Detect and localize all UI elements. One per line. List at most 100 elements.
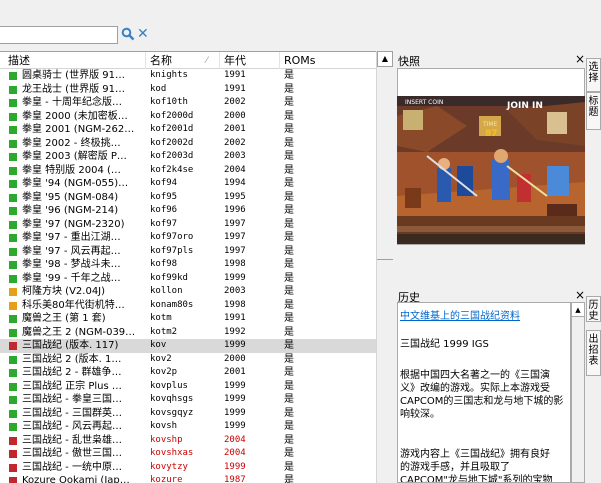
cell-description: 三国战纪 - 傲世三国… — [22, 448, 122, 459]
scroll-up-arrow-icon[interactable]: ▲ — [377, 51, 393, 67]
cell-year: 1992 — [224, 326, 246, 337]
wiki-link[interactable]: 中文维基上的三国战纪资料 — [400, 307, 520, 322]
cell-description: 三国战纪 2 (版本. 1… — [22, 353, 122, 365]
search-input[interactable] — [0, 26, 118, 44]
cell-roms: 是 — [284, 70, 294, 81]
cell-description: 拳皇 '99 - 千年之战… — [22, 272, 121, 284]
cell-year: 1997 — [224, 218, 246, 229]
cell-name: kovshxas — [150, 448, 194, 458]
cell-year: 1996 — [224, 205, 246, 215]
cell-year: 1991 — [224, 83, 246, 94]
search-icon[interactable] — [121, 27, 135, 41]
column-header-roms[interactable]: ROMs — [280, 52, 376, 69]
cell-name: kollon — [150, 286, 183, 296]
cell-year: 2001 — [224, 124, 246, 134]
tab-history[interactable]: 历史 — [586, 296, 601, 322]
cell-name: kof98 — [150, 259, 178, 269]
cell-year: 1997 — [224, 245, 246, 256]
cell-roms: 是 — [284, 137, 294, 149]
list-item[interactable]: 魔兽之王 2 (NGM-039… kotm2 1992 是 — [0, 326, 376, 340]
cell-name: kof95 — [150, 191, 178, 202]
cell-year: 2000 — [224, 353, 246, 364]
column-header-description[interactable]: 描述 — [0, 52, 146, 69]
snapshot-close-icon[interactable]: × — [575, 52, 585, 66]
cell-year: 1999 — [224, 421, 246, 431]
list-item[interactable]: 三国战纪 2 - 群雄争… kov2p 2001 是 — [0, 366, 376, 380]
history-scroll-up-icon[interactable]: ▲ — [572, 303, 584, 317]
cell-roms: 是 — [284, 313, 294, 324]
tab-title[interactable]: 标题 — [586, 92, 601, 130]
rom-status-icon — [9, 261, 17, 269]
list-header: 描述 名称 年代 ROMs ⁄ — [0, 52, 376, 69]
cell-year: 1998 — [224, 299, 246, 310]
list-item[interactable]: 三国战纪 - 傲世三国… kovshxas 2004 是 — [0, 447, 376, 461]
cell-name: kovqhsgs — [150, 394, 194, 404]
list-item[interactable]: 拳皇 特别版 2004 (… kof2k4se 2004 是 — [0, 164, 376, 178]
list-item[interactable]: 拳皇 - 十周年纪念版… kof10th 2002 是 — [0, 96, 376, 110]
list-item[interactable]: 拳皇 '99 - 千年之战… kof99kd 1999 是 — [0, 272, 376, 286]
toolbar — [0, 0, 601, 24]
clear-search-icon[interactable]: ✕ — [137, 26, 151, 42]
list-item[interactable]: 科乐美80年代街机特… konam80s 1998 是 — [0, 299, 376, 313]
list-item[interactable]: 拳皇 '96 (NGM-214) kof96 1996 是 — [0, 204, 376, 218]
cell-year: 1997 — [224, 232, 246, 242]
cell-name: kov — [150, 340, 167, 350]
rom-status-icon — [9, 180, 17, 188]
list-item[interactable]: 三国战纪 2 (版本. 1… kov2 2000 是 — [0, 353, 376, 367]
history-scrollbar[interactable]: ▲ — [571, 302, 585, 483]
cell-year: 1999 — [224, 461, 246, 472]
cell-name: konam80s — [150, 299, 194, 310]
history-close-icon[interactable]: × — [575, 288, 585, 302]
cell-year: 2003 — [224, 151, 246, 161]
cell-year: 1999 — [224, 407, 246, 418]
list-item[interactable]: 拳皇 '97 - 风云再起… kof97pls 1997 是 — [0, 245, 376, 259]
tab-select[interactable]: 选择 — [586, 58, 601, 92]
list-item[interactable]: 拳皇 '97 - 重出江湖… kof97oro 1997 是 — [0, 231, 376, 245]
list-item[interactable]: 龙王战士 (世界版 91… kod 1991 是 — [0, 83, 376, 97]
cell-description: 拳皇 '95 (NGM-084) — [22, 191, 119, 203]
cell-roms: 是 — [284, 97, 294, 108]
cell-roms: 是 — [284, 394, 294, 405]
list-item[interactable]: 拳皇 2000 (未加密板… kof2000d 2000 是 — [0, 110, 376, 124]
cell-name: kozure — [150, 475, 183, 483]
list-item[interactable]: 三国战纪 (版本. 117) kov 1999 是 — [0, 339, 376, 353]
cell-roms: 是 — [284, 218, 294, 230]
cell-description: 魔兽之王 2 (NGM-039… — [22, 326, 136, 338]
history-text-area: 中文维基上的三国战纪资料 三国战纪 1999 IGS 根据中国四大名著之一的《三… — [397, 302, 571, 483]
list-item[interactable]: 三国战纪 - 乱世枭雄… kovshp 2004 是 — [0, 434, 376, 448]
cell-description: 拳皇 2001 (NGM-262… — [22, 124, 135, 135]
list-item[interactable]: 三国战纪 - 三国群英… kovsgqyz 1999 是 — [0, 407, 376, 421]
rom-status-icon — [9, 139, 17, 148]
hud-join-in: JOIN IN — [506, 101, 543, 111]
cell-roms: 是 — [284, 475, 294, 483]
list-item[interactable]: 三国战纪 正宗 Plus … kovplus 1999 是 — [0, 380, 376, 394]
cell-description: 科乐美80年代街机特… — [22, 299, 125, 311]
cell-description: 拳皇 '94 (NGM-055)… — [22, 178, 129, 189]
list-item[interactable]: 拳皇 2002 - 终极挑… kof2002d 2002 是 — [0, 137, 376, 151]
list-item[interactable]: 三国战纪 - 一统中原… kovytzy 1999 是 — [0, 461, 376, 475]
list-item[interactable]: 三国战纪 - 风云再起… kovsh 1999 是 — [0, 420, 376, 434]
list-item[interactable]: 拳皇 '95 (NGM-084) kof95 1995 是 — [0, 191, 376, 205]
list-item[interactable]: 三国战纪 - 拳皇三国… kovqhsgs 1999 是 — [0, 393, 376, 407]
rom-status-icon — [9, 463, 17, 472]
list-scrollbar[interactable]: ▲ — [376, 51, 393, 483]
list-item[interactable]: Kozure Ookami (Jap… kozure 1987 是 — [0, 474, 376, 483]
list-item[interactable]: 拳皇 '97 (NGM-2320) kof97 1997 是 — [0, 218, 376, 232]
list-item[interactable]: 柯隆方块 (V2.04J) kollon 2003 是 — [0, 285, 376, 299]
tab-moves[interactable]: 出招表 — [586, 330, 601, 376]
list-item[interactable]: 拳皇 2001 (NGM-262… kof2001d 2001 是 — [0, 123, 376, 137]
cell-description: 拳皇 特别版 2004 (… — [22, 164, 121, 176]
game-list[interactable]: 描述 名称 年代 ROMs ⁄ 圆桌骑士 (世界版 91… knights 1991… — [0, 51, 376, 483]
cell-name: kof10th — [150, 97, 188, 107]
list-item[interactable]: 圆桌骑士 (世界版 91… knights 1991 是 — [0, 69, 376, 83]
column-header-year[interactable]: 年代 — [220, 52, 280, 69]
cell-year: 1999 — [224, 394, 246, 404]
game-screenshot: INSERT COIN JOIN IN TIME 87 — [397, 96, 585, 244]
list-item[interactable]: 拳皇 '98 - 梦战斗未… kof98 1998 是 — [0, 258, 376, 272]
list-item[interactable]: 魔兽之王 (第 1 套) kotm 1991 是 — [0, 312, 376, 326]
list-item[interactable]: 拳皇 2003 (解密版 P… kof2003d 2003 是 — [0, 150, 376, 164]
cell-year: 2004 — [224, 164, 246, 175]
cell-description: 三国战纪 2 - 群雄争… — [22, 367, 122, 378]
rom-status-icon — [9, 85, 17, 94]
list-item[interactable]: 拳皇 '94 (NGM-055)… kof94 1994 是 — [0, 177, 376, 191]
